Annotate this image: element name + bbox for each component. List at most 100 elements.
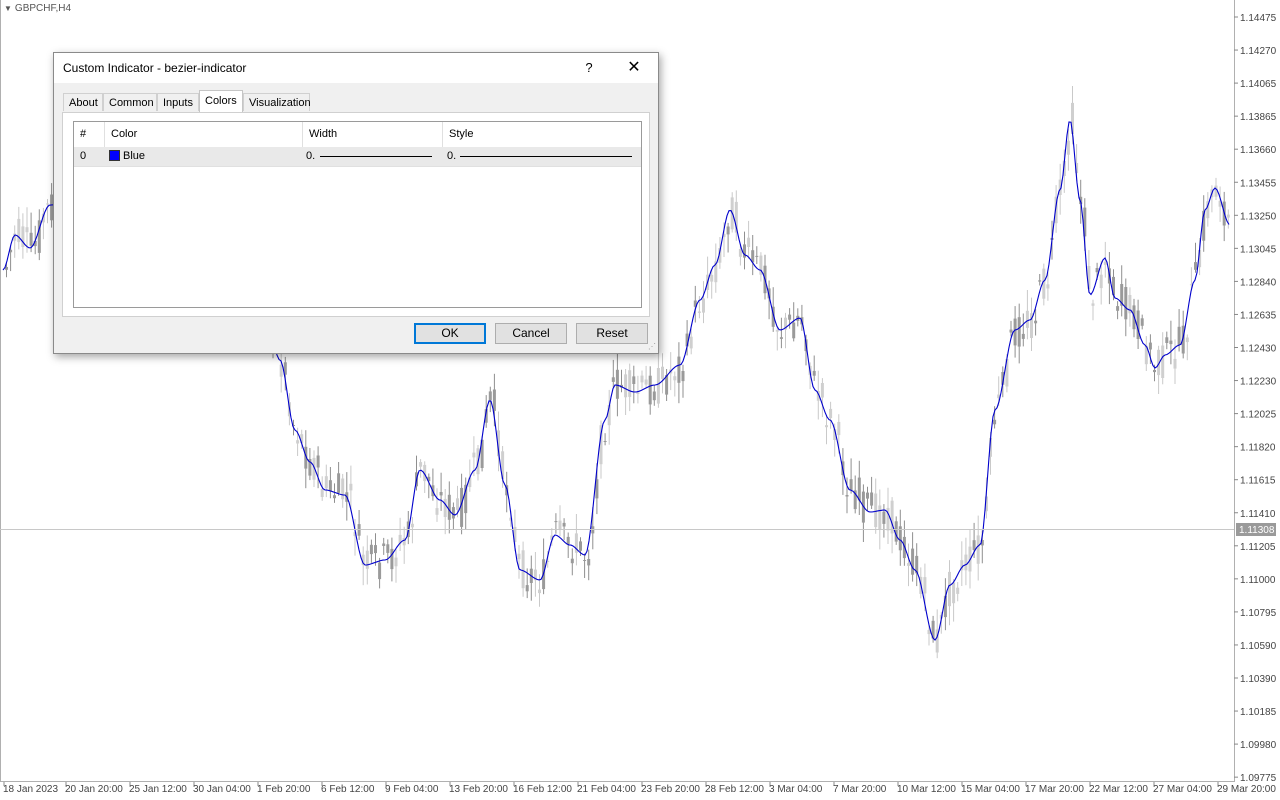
price-axis: 1.14475 1.14270 1.14065 1.13865 1.13660 1.134… [1234, 13, 1277, 784]
price-label: 1.11000 [1240, 575, 1276, 586]
color-swatch[interactable] [109, 150, 120, 161]
candle-body [1177, 326, 1181, 345]
candle-body [570, 558, 574, 564]
close-button[interactable]: ✕ [619, 53, 649, 83]
help-button[interactable]: ? [574, 53, 604, 83]
table-row[interactable]: 0 Blue 0. 0. [74, 147, 641, 167]
price-label: 1.11820 [1240, 443, 1276, 454]
candle-body [316, 455, 320, 468]
candle-body [562, 522, 566, 527]
price-label: 1.12025 [1240, 410, 1277, 421]
candle-body [976, 535, 980, 564]
candle-body [825, 425, 828, 428]
candle-body [320, 489, 324, 497]
candle-body [1099, 274, 1103, 289]
header-index[interactable]: # [74, 122, 104, 147]
candle-body [907, 563, 910, 566]
candle-body [1165, 337, 1169, 343]
tab-visualization[interactable]: Visualization [243, 93, 311, 111]
candle-body [451, 507, 455, 519]
price-label: 1.09980 [1240, 740, 1277, 751]
price-label: 1.14270 [1240, 46, 1277, 57]
custom-indicator-dialog: Custom Indicator - bezier-indicator ? ✕ … [53, 52, 659, 354]
tab-common[interactable]: Common [103, 93, 157, 111]
color-name: Blue [123, 150, 146, 162]
dialog-titlebar[interactable]: Custom Indicator - bezier-indicator ? ✕ [54, 53, 658, 83]
candle-body [1140, 318, 1144, 326]
price-label: 1.10390 [1240, 674, 1277, 685]
candle-body [1153, 369, 1156, 373]
candle-body [1116, 306, 1120, 311]
candle-body [878, 505, 882, 530]
reset-button[interactable]: Reset [576, 323, 648, 344]
candle-body [755, 255, 759, 257]
candle-body [333, 495, 336, 499]
symbol-label: ▼ GBPCHF,H4 [4, 3, 71, 14]
candle-body [1169, 340, 1173, 345]
time-label: 3 Mar 04:00 [769, 784, 823, 795]
header-color[interactable]: Color [104, 122, 302, 147]
time-label: 18 Jan 2023 [3, 784, 58, 795]
candle-body [640, 375, 644, 383]
time-label: 9 Feb 04:00 [385, 784, 439, 795]
candle-body [410, 523, 414, 528]
tab-inputs[interactable]: Inputs [157, 93, 199, 111]
candle-body [521, 550, 525, 589]
candle-body [29, 232, 33, 246]
candle-body [394, 557, 398, 567]
time-label: 22 Mar 12:00 [1089, 784, 1148, 795]
style-cell[interactable]: 0. [447, 147, 639, 166]
candle-body [661, 366, 664, 379]
candle-body [1185, 337, 1189, 343]
candle-body [923, 577, 927, 594]
candle-body [435, 508, 439, 515]
dropdown-triangle-icon[interactable]: ▼ [4, 4, 12, 13]
time-label: 25 Jan 12:00 [129, 784, 187, 795]
candle-body [648, 375, 652, 405]
candle-body [439, 492, 443, 496]
candle-body [579, 541, 582, 551]
candle-body [337, 473, 341, 493]
candle-body [1034, 320, 1038, 324]
candle-body [820, 383, 824, 398]
price-label: 1.13865 [1240, 112, 1277, 123]
header-style[interactable]: Style [442, 122, 641, 147]
candle-body [46, 203, 49, 205]
candle-body [1124, 287, 1128, 320]
time-label: 21 Feb 04:00 [577, 784, 636, 795]
current-price-label: 1.11308 [1239, 525, 1275, 536]
style-line-sample [460, 156, 632, 157]
color-cell[interactable]: Blue [109, 147, 299, 166]
candle-body [587, 559, 591, 566]
candle-body [1095, 268, 1099, 273]
price-label: 1.14475 [1240, 13, 1277, 24]
price-label: 1.12230 [1240, 377, 1277, 388]
ok-button[interactable]: OK [414, 323, 486, 344]
candle-body [382, 543, 386, 546]
candle-body [812, 370, 816, 376]
candle-body [558, 520, 562, 530]
dialog-title: Custom Indicator - bezier-indicator [63, 61, 247, 75]
candle-body [538, 589, 541, 594]
candle-body [1038, 280, 1042, 282]
candle-body [583, 560, 587, 561]
candle-body [845, 495, 849, 497]
time-label: 10 Mar 12:00 [897, 784, 956, 795]
width-line-sample [320, 156, 432, 157]
candle-body [911, 548, 915, 575]
candle-body [349, 483, 353, 491]
width-cell[interactable]: 0. [306, 147, 440, 166]
price-label: 1.12840 [1240, 277, 1277, 288]
candle-body [517, 553, 521, 560]
cancel-button[interactable]: Cancel [495, 323, 567, 344]
header-width[interactable]: Width [302, 122, 442, 147]
candle-body [1148, 342, 1152, 350]
tab-colors[interactable]: Colors [199, 90, 243, 112]
price-label: 1.13250 [1240, 211, 1277, 222]
candle-body [689, 336, 693, 349]
candle-body [738, 249, 742, 257]
price-label: 1.11410 [1240, 509, 1276, 520]
resize-grip-icon[interactable]: ⋰ [648, 342, 656, 351]
tab-about[interactable]: About [63, 93, 103, 111]
price-label: 1.10795 [1240, 608, 1277, 619]
